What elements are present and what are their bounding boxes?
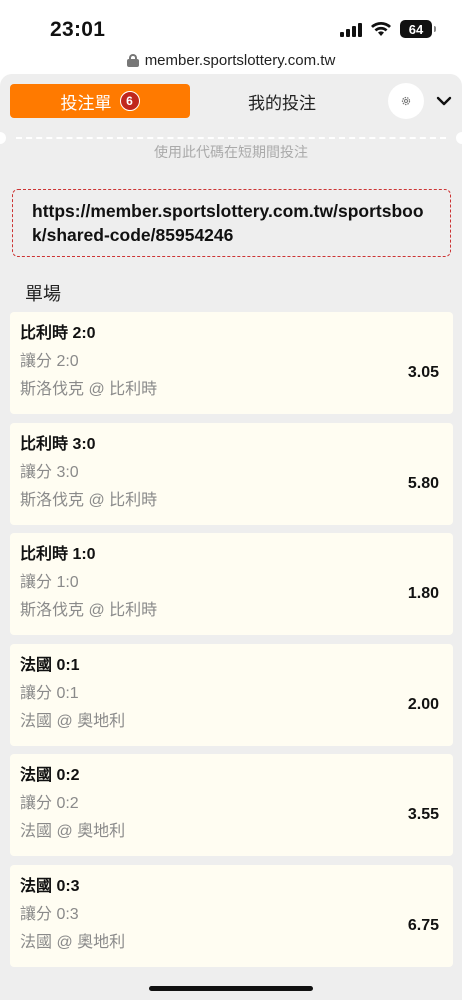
browser-url-bar[interactable]: member.sportslottery.com.tw [0, 48, 462, 72]
tab-betslip[interactable]: 投注單 6 [10, 84, 190, 118]
bet-market: 讓分 0:1 [20, 684, 79, 702]
bet-selection: 法國 0:3 [20, 877, 80, 895]
bet-match: 法國 @ 奧地利 [20, 823, 126, 841]
bet-odds: 2.00 [407, 695, 439, 713]
bet-odds: 5.80 [407, 474, 439, 492]
settings-icon [401, 96, 411, 106]
signal-icon [340, 21, 362, 37]
lock-icon [126, 53, 139, 67]
chevron-down-icon [436, 96, 452, 106]
settings-button[interactable] [388, 83, 424, 119]
bet-selection: 比利時 2:0 [20, 325, 96, 342]
bet-selection: 比利時 1:0 [20, 546, 96, 564]
bet-odds: 6.75 [407, 916, 439, 934]
tab-betslip-label: 投注單 [60, 93, 112, 113]
share-code-link[interactable]: https://member.sportslottery.com.tw/spor… [12, 189, 451, 257]
status-bar: 23:01 64 [0, 0, 462, 50]
bet-card[interactable]: 法國 0:2 讓分 0:2 法國 @ 奧地利 3.55 [10, 754, 453, 857]
bet-odds: 1.80 [407, 585, 439, 603]
bet-match: 斯洛伐克 @ 比利時 [20, 602, 158, 620]
battery-icon: 64 [400, 20, 436, 38]
status-icons: 64 [340, 20, 436, 38]
bet-odds: 3.55 [407, 806, 439, 824]
bet-card[interactable]: 法國 0:1 讓分 0:1 法國 @ 奧地利 2.00 [10, 643, 453, 746]
bet-market: 讓分 2:0 [20, 353, 79, 370]
collapse-button[interactable] [432, 90, 456, 112]
bet-match: 斯洛伐克 @ 比利時 [20, 491, 158, 509]
bet-match: 法國 @ 奧地利 [20, 933, 126, 951]
betslip-panel: 投注單 6 我的投注 使用此代碼在短期間投注 https://member.sp… [0, 74, 462, 1000]
bet-card[interactable]: 法國 0:3 讓分 0:3 法國 @ 奧地利 6.75 [10, 864, 453, 967]
tab-my-bets[interactable]: 我的投注 [200, 84, 364, 118]
browser-url: member.sportslottery.com.tw [144, 51, 336, 69]
bet-card[interactable]: 比利時 3:0 讓分 3:0 斯洛伐克 @ 比利時 5.80 [10, 422, 453, 525]
bet-match: 法國 @ 奧地利 [20, 712, 126, 730]
bet-card[interactable]: 比利時 1:0 讓分 1:0 斯洛伐克 @ 比利時 1.80 [10, 533, 453, 636]
bet-selection: 法國 0:2 [20, 767, 80, 785]
home-indicator[interactable] [149, 986, 313, 991]
bet-selection: 法國 0:1 [20, 656, 80, 674]
share-hint: 使用此代碼在短期間投注 [154, 144, 308, 158]
bet-card[interactable]: 比利時 2:0 讓分 2:0 斯洛伐克 @ 比利時 3.05 [10, 312, 453, 414]
status-time: 23:01 [50, 18, 106, 41]
betslip-tabs: 投注單 6 我的投注 [0, 74, 462, 130]
betslip-count-badge: 6 [119, 91, 140, 111]
bet-market: 讓分 0:2 [20, 795, 79, 813]
section-title-singles: 單場 [25, 284, 61, 304]
bet-market: 讓分 1:0 [20, 574, 79, 592]
wifi-icon [371, 22, 391, 36]
bet-list: 比利時 2:0 讓分 2:0 斯洛伐克 @ 比利時 3.05 比利時 3:0 讓… [10, 312, 453, 976]
bet-market: 讓分 0:3 [20, 905, 79, 923]
bet-selection: 比利時 3:0 [20, 435, 96, 453]
bet-odds: 3.05 [407, 364, 439, 381]
bet-match: 斯洛伐克 @ 比利時 [20, 381, 158, 398]
bet-market: 讓分 3:0 [20, 463, 79, 481]
battery-level: 64 [408, 21, 424, 37]
